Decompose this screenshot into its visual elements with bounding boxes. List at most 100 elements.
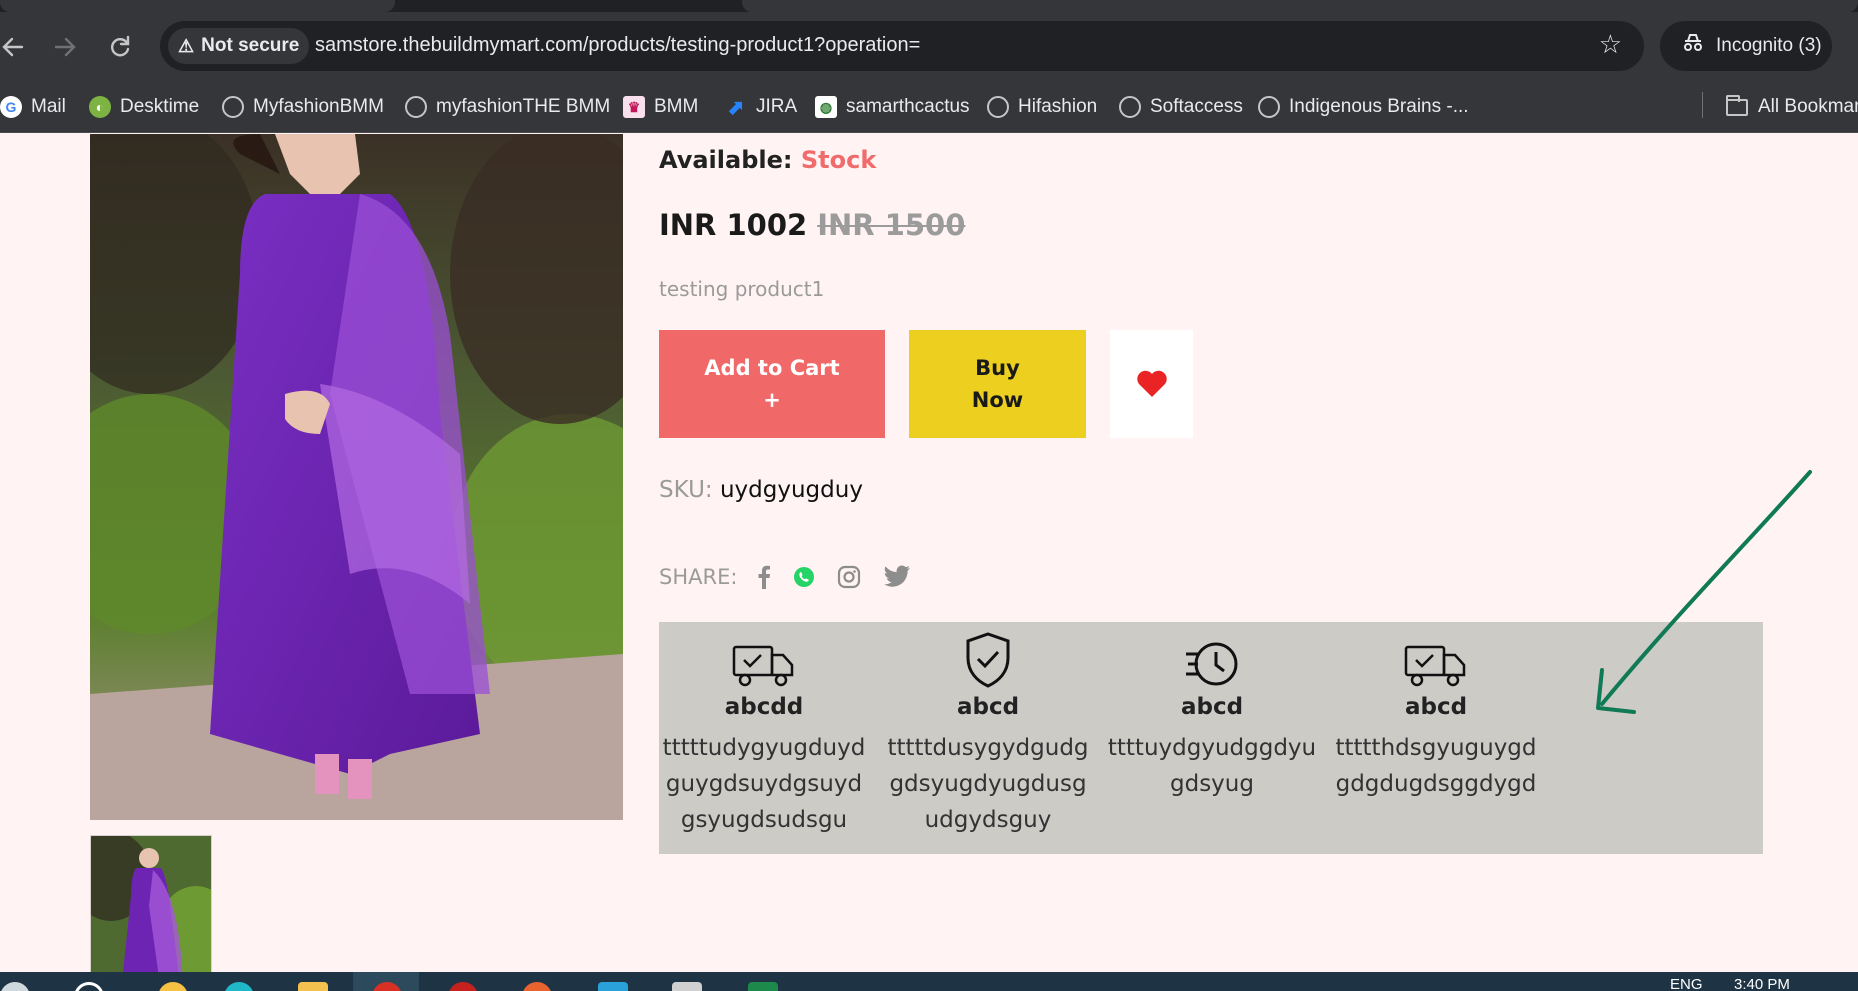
tab-active-edge[interactable] bbox=[0, 0, 395, 12]
globe-icon bbox=[1258, 96, 1280, 118]
product-photo bbox=[90, 134, 623, 820]
all-bookmarks-label: All Bookmar bbox=[1758, 96, 1858, 117]
feature-text: tttttdusygydgudggdsyugdyugdusgudgydsguy bbox=[887, 735, 1089, 833]
thumbnail-photo bbox=[91, 836, 211, 990]
feature-title: abcdd bbox=[724, 694, 804, 720]
feature-title: abcd bbox=[1180, 694, 1244, 720]
bookmark-label: MyfashionBMM bbox=[253, 96, 384, 117]
bookmark-label: Softaccess bbox=[1150, 96, 1243, 117]
bookmark-myfashionthebmm[interactable]: myfashionTHE BMM bbox=[405, 90, 610, 124]
warning-icon: ⚠ bbox=[178, 35, 195, 56]
bookmark-mail[interactable]: G Mail bbox=[0, 90, 66, 124]
bookmark-label: BMM bbox=[654, 96, 699, 117]
widgets-icon[interactable] bbox=[158, 982, 188, 991]
bookmark-jira[interactable]: ⬈ JIRA bbox=[725, 90, 798, 124]
reload-button[interactable] bbox=[107, 34, 133, 60]
shield-check-icon bbox=[966, 632, 1010, 688]
bookmark-bmm[interactable]: ♛ BMM bbox=[623, 90, 698, 124]
buy-now-label-line1: Buy bbox=[975, 356, 1020, 380]
share-label: SHARE: bbox=[659, 565, 738, 589]
forward-button[interactable] bbox=[52, 34, 78, 60]
incognito-button[interactable]: Incognito (3) bbox=[1660, 21, 1832, 71]
opera-icon[interactable] bbox=[448, 982, 478, 991]
start-icon[interactable] bbox=[0, 982, 30, 991]
twitter-icon[interactable] bbox=[883, 565, 911, 589]
url-text[interactable]: samstore.thebuildmymart.com/products/tes… bbox=[315, 34, 920, 57]
add-to-cart-label: Add to Cart bbox=[704, 356, 840, 380]
add-to-cart-plus: + bbox=[763, 388, 781, 412]
globe-icon bbox=[987, 96, 1009, 118]
clock[interactable]: 3:40 PM bbox=[1734, 976, 1790, 991]
bookmark-label: Desktime bbox=[120, 96, 200, 117]
edge-icon[interactable] bbox=[224, 982, 254, 991]
bookmarks-bar: G Mail ◐ Desktime MyfashionBMM myfashion… bbox=[0, 81, 1858, 133]
incognito-label: Incognito (3) bbox=[1716, 35, 1822, 56]
security-chip[interactable]: ⚠ Not secure bbox=[168, 28, 310, 64]
language-indicator[interactable]: ENG bbox=[1670, 976, 1703, 991]
bookmarks-separator bbox=[1702, 92, 1703, 118]
arrow-left-icon bbox=[2, 37, 24, 57]
add-to-cart-button[interactable]: Add to Cart + bbox=[659, 330, 885, 438]
file-explorer-icon[interactable] bbox=[298, 982, 328, 991]
facebook-icon[interactable] bbox=[757, 565, 771, 589]
bookmark-desktime[interactable]: ◐ Desktime bbox=[89, 90, 199, 124]
history-clock-icon bbox=[1186, 642, 1238, 686]
bookmark-label: samarthcactus bbox=[846, 96, 970, 117]
globe-icon bbox=[405, 96, 427, 118]
all-bookmarks-button[interactable]: All Bookmar bbox=[1726, 90, 1858, 124]
buy-now-button[interactable]: Buy Now bbox=[909, 330, 1086, 438]
bookmark-samarthcactus[interactable]: ◍ samarthcactus bbox=[815, 90, 970, 124]
folder-icon bbox=[1726, 94, 1748, 116]
sku-value: uydgyugduy bbox=[719, 477, 863, 503]
app-icon[interactable] bbox=[522, 982, 552, 991]
feature-title: abcd bbox=[956, 694, 1020, 720]
bookmark-softaccess[interactable]: Softaccess bbox=[1119, 90, 1243, 124]
bookmark-label: Mail bbox=[31, 96, 66, 117]
price: INR 1002 INR 1500 bbox=[659, 208, 965, 242]
product-thumbnail[interactable] bbox=[90, 835, 212, 991]
bookmark-myfashionbmm[interactable]: MyfashionBMM bbox=[222, 90, 384, 124]
wishlist-button[interactable] bbox=[1110, 330, 1193, 438]
product-main-image[interactable] bbox=[90, 134, 623, 820]
excel-icon[interactable] bbox=[748, 982, 778, 991]
vscode-icon[interactable] bbox=[598, 982, 628, 991]
product-description: testing product1 bbox=[659, 277, 825, 301]
bmm-icon: ♛ bbox=[623, 96, 645, 118]
feature-item: abcd ttttuydgyudggdyugdsyug bbox=[1107, 622, 1317, 802]
share-row: SHARE: bbox=[659, 565, 933, 589]
availability-label: Available: bbox=[659, 146, 793, 174]
price-original: INR 1500 bbox=[817, 208, 966, 242]
bookmark-label: myfashionTHE BMM bbox=[436, 96, 611, 117]
bookmark-star-icon[interactable]: ☆ bbox=[1599, 31, 1622, 59]
search-icon[interactable] bbox=[74, 982, 104, 991]
feature-item: abcdd tttttudygyugduydguygdsuydgsuydgsyu… bbox=[659, 622, 869, 838]
bookmark-indigenous-brains[interactable]: Indigenous Brains -... bbox=[1258, 90, 1469, 124]
reload-icon bbox=[111, 35, 130, 57]
instagram-icon[interactable] bbox=[837, 565, 861, 589]
feature-item: abcd tttttdusygydgudggdsyugdyugdusgudgyd… bbox=[883, 622, 1093, 838]
delivery-truck-icon bbox=[1404, 645, 1466, 687]
browser-toolbar: ⚠ Not secure samstore.thebuildmymart.com… bbox=[0, 12, 1858, 81]
cactus-icon: ◍ bbox=[815, 96, 837, 118]
google-icon: G bbox=[0, 96, 22, 118]
bookmark-hifashion[interactable]: Hifashion bbox=[987, 90, 1097, 124]
notepad-icon[interactable] bbox=[672, 982, 702, 991]
address-bar[interactable]: ⚠ Not secure samstore.thebuildmymart.com… bbox=[160, 21, 1644, 71]
bookmark-label: JIRA bbox=[756, 96, 798, 117]
back-button[interactable] bbox=[0, 34, 26, 60]
incognito-icon bbox=[1682, 33, 1704, 59]
price-current: INR 1002 bbox=[659, 208, 808, 242]
feature-text: ttttuydgyudggdyugdsyug bbox=[1107, 735, 1317, 797]
security-label: Not secure bbox=[201, 35, 300, 56]
feature-title: abcd bbox=[1404, 694, 1468, 720]
jira-icon: ⬈ bbox=[727, 96, 745, 119]
tab-edge[interactable] bbox=[742, 0, 1858, 12]
buy-now-label-line2: Now bbox=[971, 388, 1024, 412]
feature-text: tttttudygyugduydguygdsuydgsuydgsyugdsuds… bbox=[662, 735, 866, 833]
globe-icon bbox=[1119, 96, 1141, 118]
sku: SKU: uydgyugduy bbox=[659, 477, 863, 503]
arrow-right-icon bbox=[54, 37, 76, 57]
whatsapp-icon[interactable] bbox=[793, 566, 815, 588]
tab-strip bbox=[0, 0, 1858, 12]
availability: Available: Stock bbox=[659, 146, 876, 174]
